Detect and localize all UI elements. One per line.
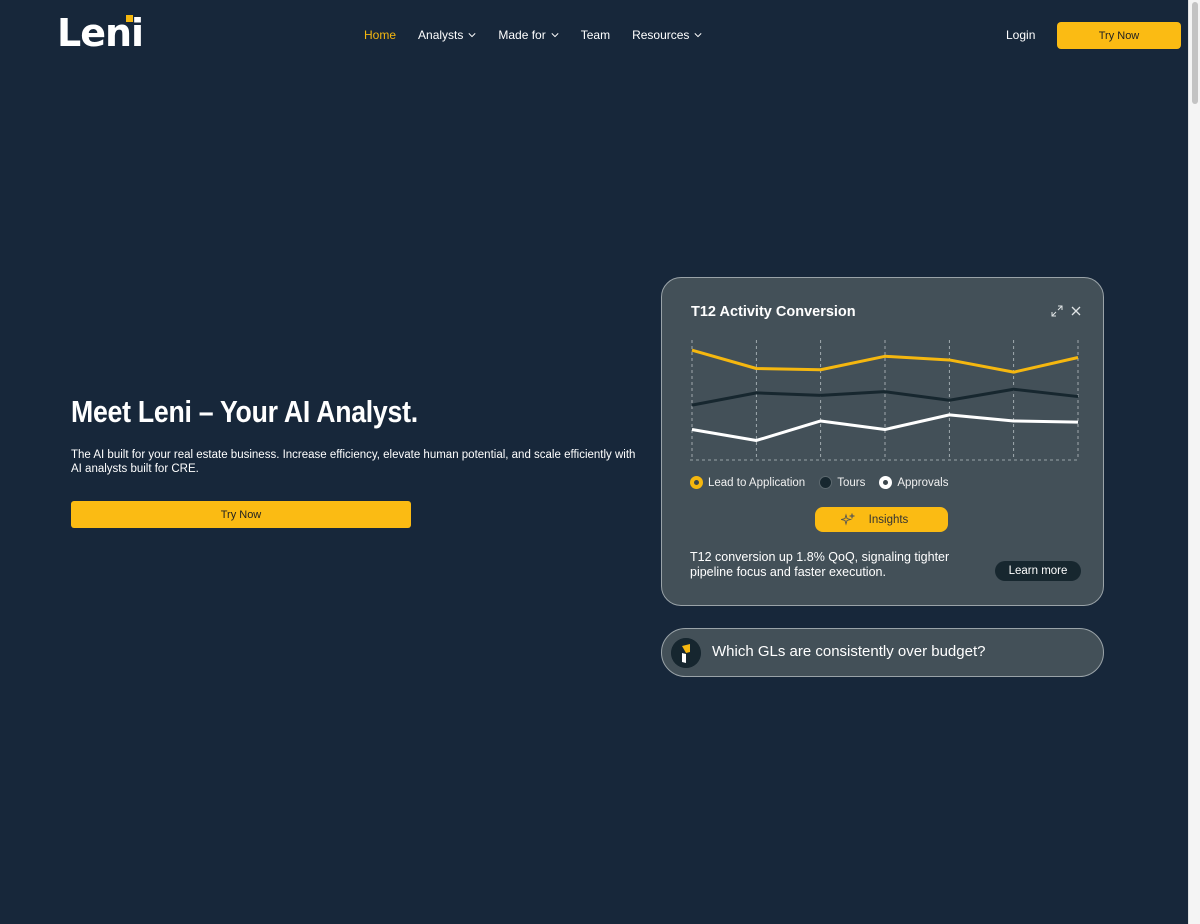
insights-label: Insights bbox=[868, 513, 909, 526]
legend-label: Approvals bbox=[897, 476, 949, 489]
chevron-down-icon bbox=[694, 33, 702, 38]
chart-legend: Lead to Application Tours Approvals bbox=[690, 476, 962, 489]
radio-yellow-icon bbox=[690, 476, 703, 489]
legend-item-lead-to-application[interactable]: Lead to Application bbox=[690, 476, 805, 489]
expand-icon[interactable] bbox=[1051, 305, 1063, 317]
hero-title: Meet Leni – Your AI Analyst. bbox=[71, 394, 418, 429]
leni-avatar-icon bbox=[671, 638, 701, 668]
nav-home-label: Home bbox=[364, 28, 397, 42]
nav-resources[interactable]: Resources bbox=[632, 28, 702, 42]
insights-button[interactable]: Insights bbox=[815, 507, 948, 532]
nav-analysts[interactable]: Analysts bbox=[418, 28, 476, 42]
legend-item-tours[interactable]: Tours bbox=[819, 476, 865, 489]
nav-analysts-label: Analysts bbox=[418, 28, 464, 42]
insight-text: T12 conversion up 1.8% QoQ, signaling ti… bbox=[690, 550, 950, 579]
hero-subtitle: The AI built for your real estate busine… bbox=[71, 449, 636, 475]
learn-more-button[interactable]: Learn more bbox=[995, 561, 1081, 581]
try-now-hero-button[interactable]: Try Now bbox=[71, 501, 411, 528]
main-nav: Home Analysts Made for Team Resources bbox=[364, 28, 724, 42]
leni-logo[interactable]: Leni bbox=[57, 13, 144, 57]
nav-team-label: Team bbox=[580, 28, 611, 42]
legend-label: Tours bbox=[837, 476, 866, 489]
conversion-line-chart bbox=[690, 340, 1080, 461]
scrollbar-thumb[interactable] bbox=[1192, 2, 1198, 104]
radio-dark-icon bbox=[819, 476, 833, 489]
try-now-header-button[interactable]: Try Now bbox=[1057, 22, 1181, 49]
legend-label: Lead to Application bbox=[708, 476, 806, 489]
page-scrollbar[interactable] bbox=[1188, 0, 1200, 924]
site-header: Leni Home Analysts Made for Team Resourc… bbox=[0, 0, 1188, 70]
chevron-down-icon bbox=[468, 33, 476, 38]
nav-made-for-label: Made for bbox=[498, 28, 546, 42]
nav-home[interactable]: Home bbox=[364, 28, 396, 42]
question-text: Which GLs are consistently over budget? bbox=[712, 643, 986, 660]
nav-resources-label: Resources bbox=[632, 28, 690, 42]
card-title: T12 Activity Conversion bbox=[691, 304, 856, 320]
nav-made-for[interactable]: Made for bbox=[498, 28, 559, 42]
login-link[interactable]: Login bbox=[1006, 28, 1035, 42]
sparkle-icon bbox=[840, 512, 855, 526]
close-icon[interactable] bbox=[1070, 305, 1082, 317]
legend-item-approvals[interactable]: Approvals bbox=[879, 476, 948, 489]
chevron-down-icon bbox=[551, 33, 559, 38]
nav-team[interactable]: Team bbox=[581, 28, 610, 42]
ask-question-pill[interactable]: Which GLs are consistently over budget? bbox=[661, 628, 1104, 677]
activity-conversion-card: T12 Activity Conversion Lead to Applicat… bbox=[661, 277, 1104, 606]
logo-accent-dot bbox=[126, 15, 133, 22]
radio-white-icon bbox=[879, 476, 893, 489]
